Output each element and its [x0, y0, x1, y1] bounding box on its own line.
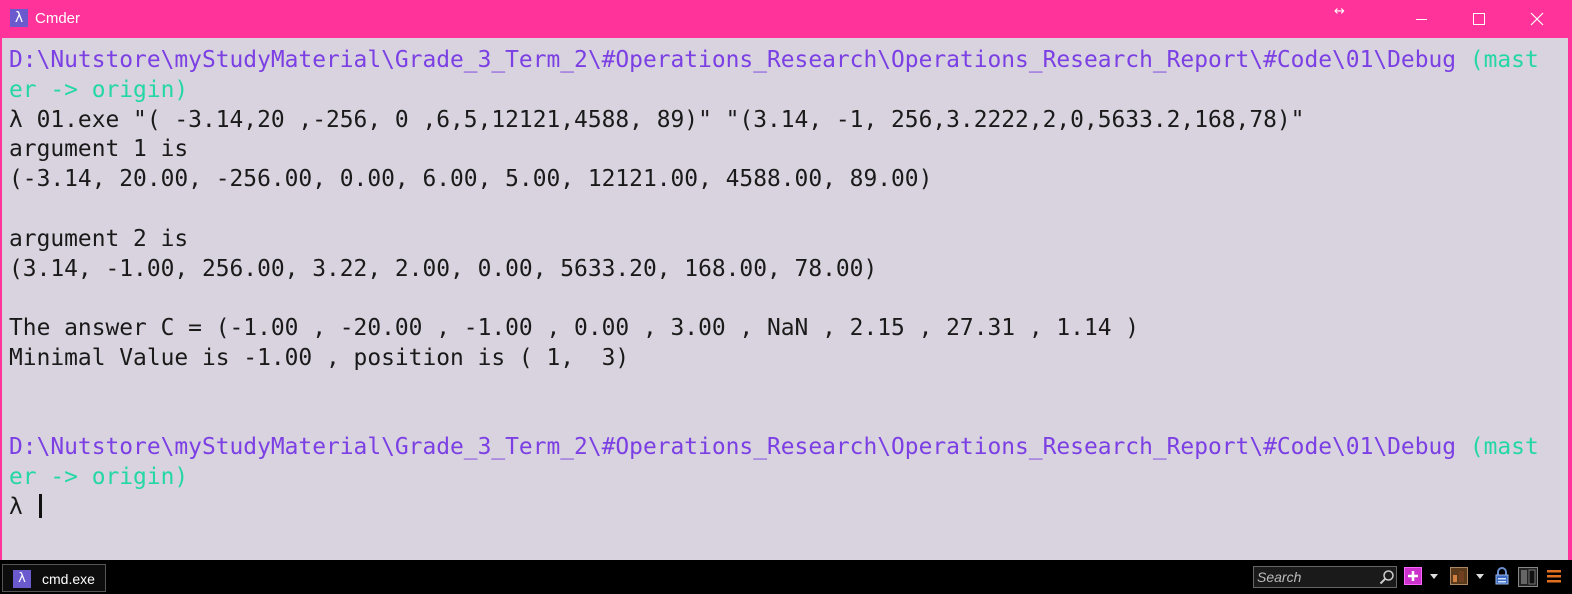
plus-icon[interactable]	[1404, 567, 1422, 585]
console-line: argument 1 is	[9, 135, 1539, 165]
output-text: argument 2 is	[9, 225, 189, 252]
cmder-window: λ Cmder ↔ D:\Nutstore\myStudyMaterial\Gr…	[0, 0, 1572, 594]
output-text: The answer C = (-1.00 , -20.00 , -1.00 ,…	[9, 315, 1140, 342]
maximize-icon	[1473, 13, 1485, 25]
panel-icon[interactable]	[1518, 567, 1538, 587]
prompt-symbol: λ	[9, 493, 37, 520]
text-cursor	[38, 493, 42, 518]
output-text: λ 01.exe "( -3.14,20 ,-256, 0 ,6,5,12121…	[9, 106, 1305, 133]
output-text: (-3.14, 20.00, -256.00, 0.00, 6.00, 5.00…	[9, 166, 933, 193]
console-line: Minimal Value is -1.00 , position is ( 1…	[9, 344, 1539, 374]
console-output[interactable]: D:\Nutstore\myStudyMaterial\Grade_3_Term…	[2, 38, 1568, 560]
git-branch: er -> origin)	[9, 76, 189, 103]
console-line: (-3.14, 20.00, -256.00, 0.00, 6.00, 5.00…	[9, 165, 1539, 195]
console-line: λ 01.exe "( -3.14,20 ,-256, 0 ,6,5,12121…	[9, 106, 1539, 136]
console-line: argument 2 is	[9, 225, 1539, 255]
resize-arrows-icon: ↔	[1334, 4, 1345, 19]
console-line: (3.14, -1.00, 256.00, 3.22, 2.00, 0.00, …	[9, 255, 1539, 285]
prompt-path: D:\Nutstore\myStudyMaterial\Grade_3_Term…	[9, 434, 1457, 461]
search-icon[interactable]	[1379, 569, 1395, 585]
console-line: er -> origin)	[9, 463, 1539, 493]
git-branch: (mast	[1456, 47, 1539, 73]
prompt-path: D:\Nutstore\myStudyMaterial\Grade_3_Term…	[9, 47, 1457, 73]
split-icon[interactable]	[1450, 567, 1468, 585]
git-branch: (mast	[1456, 434, 1539, 461]
search-box[interactable]	[1253, 566, 1397, 588]
chevron-down-icon[interactable]	[1429, 567, 1439, 585]
console-line: The answer C = (-1.00 , -20.00 , -1.00 ,…	[9, 314, 1539, 344]
chevron-down-icon[interactable]	[1475, 567, 1485, 585]
lock-icon[interactable]	[1493, 567, 1511, 585]
window-title: Cmder	[35, 10, 81, 27]
console-line: er -> origin)	[9, 76, 1539, 106]
tab-label: cmd.exe	[42, 571, 95, 587]
status-bar: λ cmd.exe	[0, 560, 1572, 594]
console-line: D:\Nutstore\myStudyMaterial\Grade_3_Term…	[9, 433, 1539, 463]
maximize-button[interactable]	[1450, 0, 1508, 38]
output-text: Minimal Value is -1.00 , position is ( 1…	[9, 344, 630, 371]
output-text: (3.14, -1.00, 256.00, 3.22, 2.00, 0.00, …	[9, 255, 878, 282]
minimize-icon	[1416, 19, 1427, 20]
tab-cmd[interactable]: λ cmd.exe	[2, 564, 106, 592]
prompt-line[interactable]: λ	[9, 493, 1539, 523]
console-line: D:\Nutstore\myStudyMaterial\Grade_3_Term…	[9, 46, 1539, 76]
console-text: D:\Nutstore\myStudyMaterial\Grade_3_Term…	[9, 46, 1539, 523]
lambda-icon: λ	[13, 570, 31, 588]
menu-icon[interactable]	[1546, 567, 1562, 585]
search-input[interactable]	[1257, 568, 1375, 586]
close-button[interactable]	[1508, 0, 1566, 38]
lambda-icon: λ	[10, 9, 28, 27]
close-icon	[1530, 12, 1544, 26]
output-text: argument 1 is	[9, 136, 189, 163]
title-bar[interactable]: λ Cmder ↔	[0, 0, 1572, 38]
git-branch: er -> origin)	[9, 464, 189, 491]
minimize-button[interactable]	[1392, 0, 1450, 38]
